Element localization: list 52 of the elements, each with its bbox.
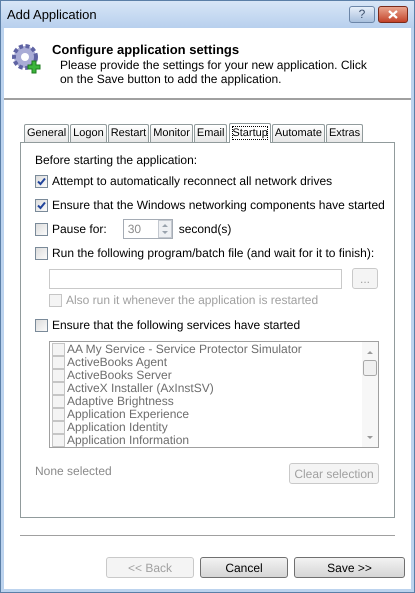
close-button[interactable] bbox=[378, 6, 408, 23]
checkbox[interactable] bbox=[52, 395, 65, 408]
service-item[interactable]: Application Information bbox=[52, 434, 362, 447]
checkmark-icon bbox=[37, 176, 46, 186]
checkbox[interactable] bbox=[52, 343, 65, 356]
tab[interactable]: Startup bbox=[229, 123, 271, 143]
header-description: Please provide the settings for your new application. Click on the Save button to add the application. bbox=[60, 58, 368, 86]
service-item[interactable]: AA My Service - Service Protector Simulator bbox=[52, 343, 362, 356]
checkbox[interactable] bbox=[35, 222, 48, 236]
option-label: Pause for: bbox=[52, 221, 107, 238]
header-title: Configure application settings bbox=[52, 42, 240, 58]
spinner-arrows-icon bbox=[158, 220, 172, 238]
service-item[interactable]: Adaptive Brightness bbox=[52, 395, 362, 408]
tab[interactable]: General bbox=[24, 124, 70, 142]
tab[interactable]: Extras bbox=[326, 124, 364, 142]
tab[interactable]: Email bbox=[194, 124, 228, 142]
checkbox[interactable] bbox=[52, 356, 65, 369]
window-title: Add Application bbox=[7, 6, 98, 24]
service-item[interactable]: ActiveBooks Agent bbox=[52, 356, 362, 369]
service-item[interactable]: Application Experience bbox=[52, 408, 362, 421]
help-button[interactable]: ? bbox=[349, 6, 375, 23]
spinner-value: 30 bbox=[126, 221, 142, 238]
dialog-button[interactable]: Save >> bbox=[294, 557, 405, 578]
checkbox[interactable] bbox=[52, 369, 65, 382]
checkbox[interactable] bbox=[35, 174, 48, 188]
checkbox[interactable] bbox=[52, 421, 65, 434]
selection-status: None selected bbox=[35, 462, 112, 480]
service-item[interactable]: ActiveX Installer (AxInstSV) bbox=[52, 382, 362, 395]
option-label: Attempt to automatically reconnect all network drives bbox=[52, 173, 332, 190]
program-path-field[interactable] bbox=[49, 268, 342, 288]
service-item[interactable]: ActiveBooks Server bbox=[52, 369, 362, 382]
option-label: Also run it whenever the application is restarted bbox=[66, 292, 318, 309]
tab[interactable]: Monitor bbox=[150, 124, 193, 142]
dialog-button[interactable]: Cancel bbox=[200, 557, 288, 578]
checkbox[interactable] bbox=[35, 246, 48, 260]
option-label: Ensure that the Windows networking components have started bbox=[52, 197, 385, 214]
close-icon bbox=[388, 10, 398, 19]
option-label: Ensure that the following services have started bbox=[52, 317, 300, 334]
checkmark-icon bbox=[37, 200, 46, 210]
number-spinner[interactable]: 30 bbox=[122, 219, 173, 239]
checkbox[interactable] bbox=[52, 434, 65, 447]
tab[interactable]: Automate bbox=[272, 124, 325, 142]
checkbox[interactable] bbox=[35, 198, 48, 212]
section-heading: Before starting the application: bbox=[35, 152, 198, 169]
checkbox[interactable] bbox=[52, 408, 65, 421]
tab[interactable]: Restart bbox=[108, 124, 150, 142]
tab[interactable]: Logon bbox=[70, 124, 107, 142]
checkbox[interactable] bbox=[52, 382, 65, 395]
unit-label: second(s) bbox=[178, 221, 232, 238]
option-label: Run the following program/batch file (and wait for it to finish): bbox=[52, 245, 374, 262]
service-item[interactable]: Application Identity bbox=[52, 421, 362, 434]
checkbox[interactable] bbox=[35, 318, 48, 332]
